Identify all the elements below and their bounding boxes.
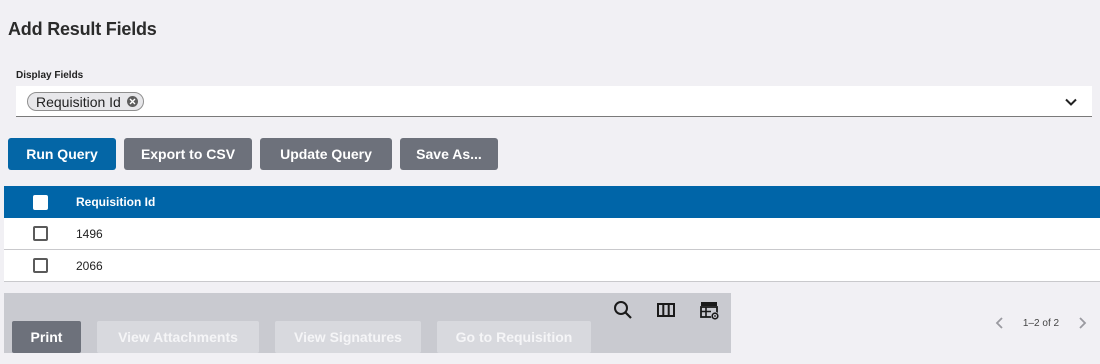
table-row[interactable]: 2066	[4, 250, 1100, 282]
select-all-checkbox[interactable]	[33, 194, 48, 210]
chevron-right-icon[interactable]	[1077, 317, 1087, 329]
row-checkbox[interactable]	[33, 258, 48, 273]
pagination: 1–2 of 2	[995, 315, 1087, 331]
chip-label: Requisition Id	[36, 93, 121, 110]
cell-requisition-id: 2066	[76, 258, 103, 273]
run-query-button[interactable]: Run Query	[8, 138, 116, 170]
table-row[interactable]: 1496	[4, 218, 1100, 250]
print-button[interactable]: Print	[12, 321, 81, 353]
close-circle-icon[interactable]	[126, 96, 138, 107]
chevron-left-icon[interactable]	[995, 317, 1005, 329]
table-settings-icon[interactable]	[699, 300, 721, 322]
display-fields-label: Display Fields	[16, 70, 84, 81]
save-as-button[interactable]: Save As...	[400, 138, 498, 170]
update-query-button[interactable]: Update Query	[260, 138, 392, 170]
display-fields-select[interactable]: Requisition Id	[16, 86, 1092, 117]
pagination-range: 1–2 of 2	[1022, 317, 1060, 329]
cell-requisition-id: 1496	[76, 226, 103, 241]
row-checkbox[interactable]	[33, 226, 48, 241]
add-result-fields-page: Add Result Fields Display Fields Requisi…	[0, 0, 1100, 364]
view-signatures-button[interactable]: View Signatures	[275, 321, 421, 353]
page-title: Add Result Fields	[8, 19, 157, 39]
columns-icon[interactable]	[656, 300, 676, 320]
go-to-requisition-button[interactable]: Go to Requisition	[437, 321, 591, 353]
export-csv-button[interactable]: Export to CSV	[124, 138, 252, 170]
results-table: Requisition Id 1496 2066	[4, 186, 1100, 282]
selected-field-chip: Requisition Id	[27, 92, 144, 111]
view-attachments-button[interactable]: View Attachments	[97, 321, 259, 353]
table-toolbar: Print View Attachments View Signatures G…	[4, 293, 731, 353]
column-header-requisition-id[interactable]: Requisition Id	[76, 195, 155, 209]
chevron-down-icon[interactable]	[1064, 95, 1078, 109]
table-header-row: Requisition Id	[4, 186, 1100, 218]
search-icon[interactable]	[613, 300, 633, 320]
